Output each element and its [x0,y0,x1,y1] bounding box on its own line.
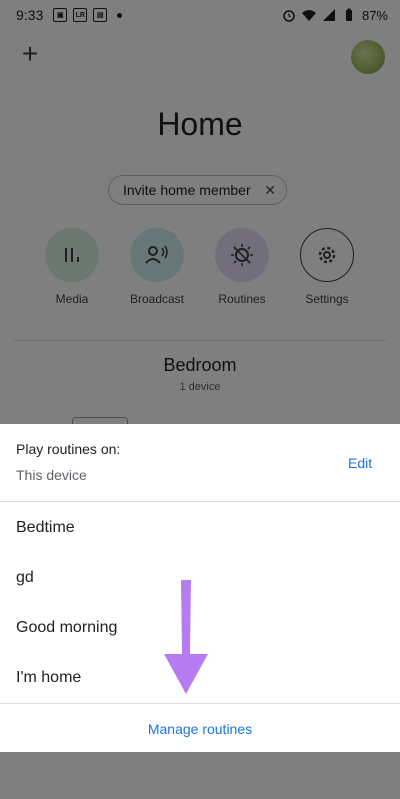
routine-item[interactable]: Good morning [16,619,117,637]
sheet-header: Play routines on: This device Edit [0,424,400,502]
play-device-value: This device [16,467,87,483]
edit-button[interactable]: Edit [348,455,372,471]
sheet-footer: Manage routines [0,703,400,752]
routine-item[interactable]: I'm home [16,669,81,687]
annotation-arrow-icon [164,580,208,694]
play-routines-label: Play routines on: [16,441,121,457]
routine-item[interactable]: Bedtime [16,519,75,537]
routine-item[interactable]: gd [16,569,34,587]
app-screen: 9:33 ▣ LR ▤ 87% + Home Invite home membe… [0,0,400,799]
manage-routines-button[interactable]: Manage routines [0,721,400,737]
